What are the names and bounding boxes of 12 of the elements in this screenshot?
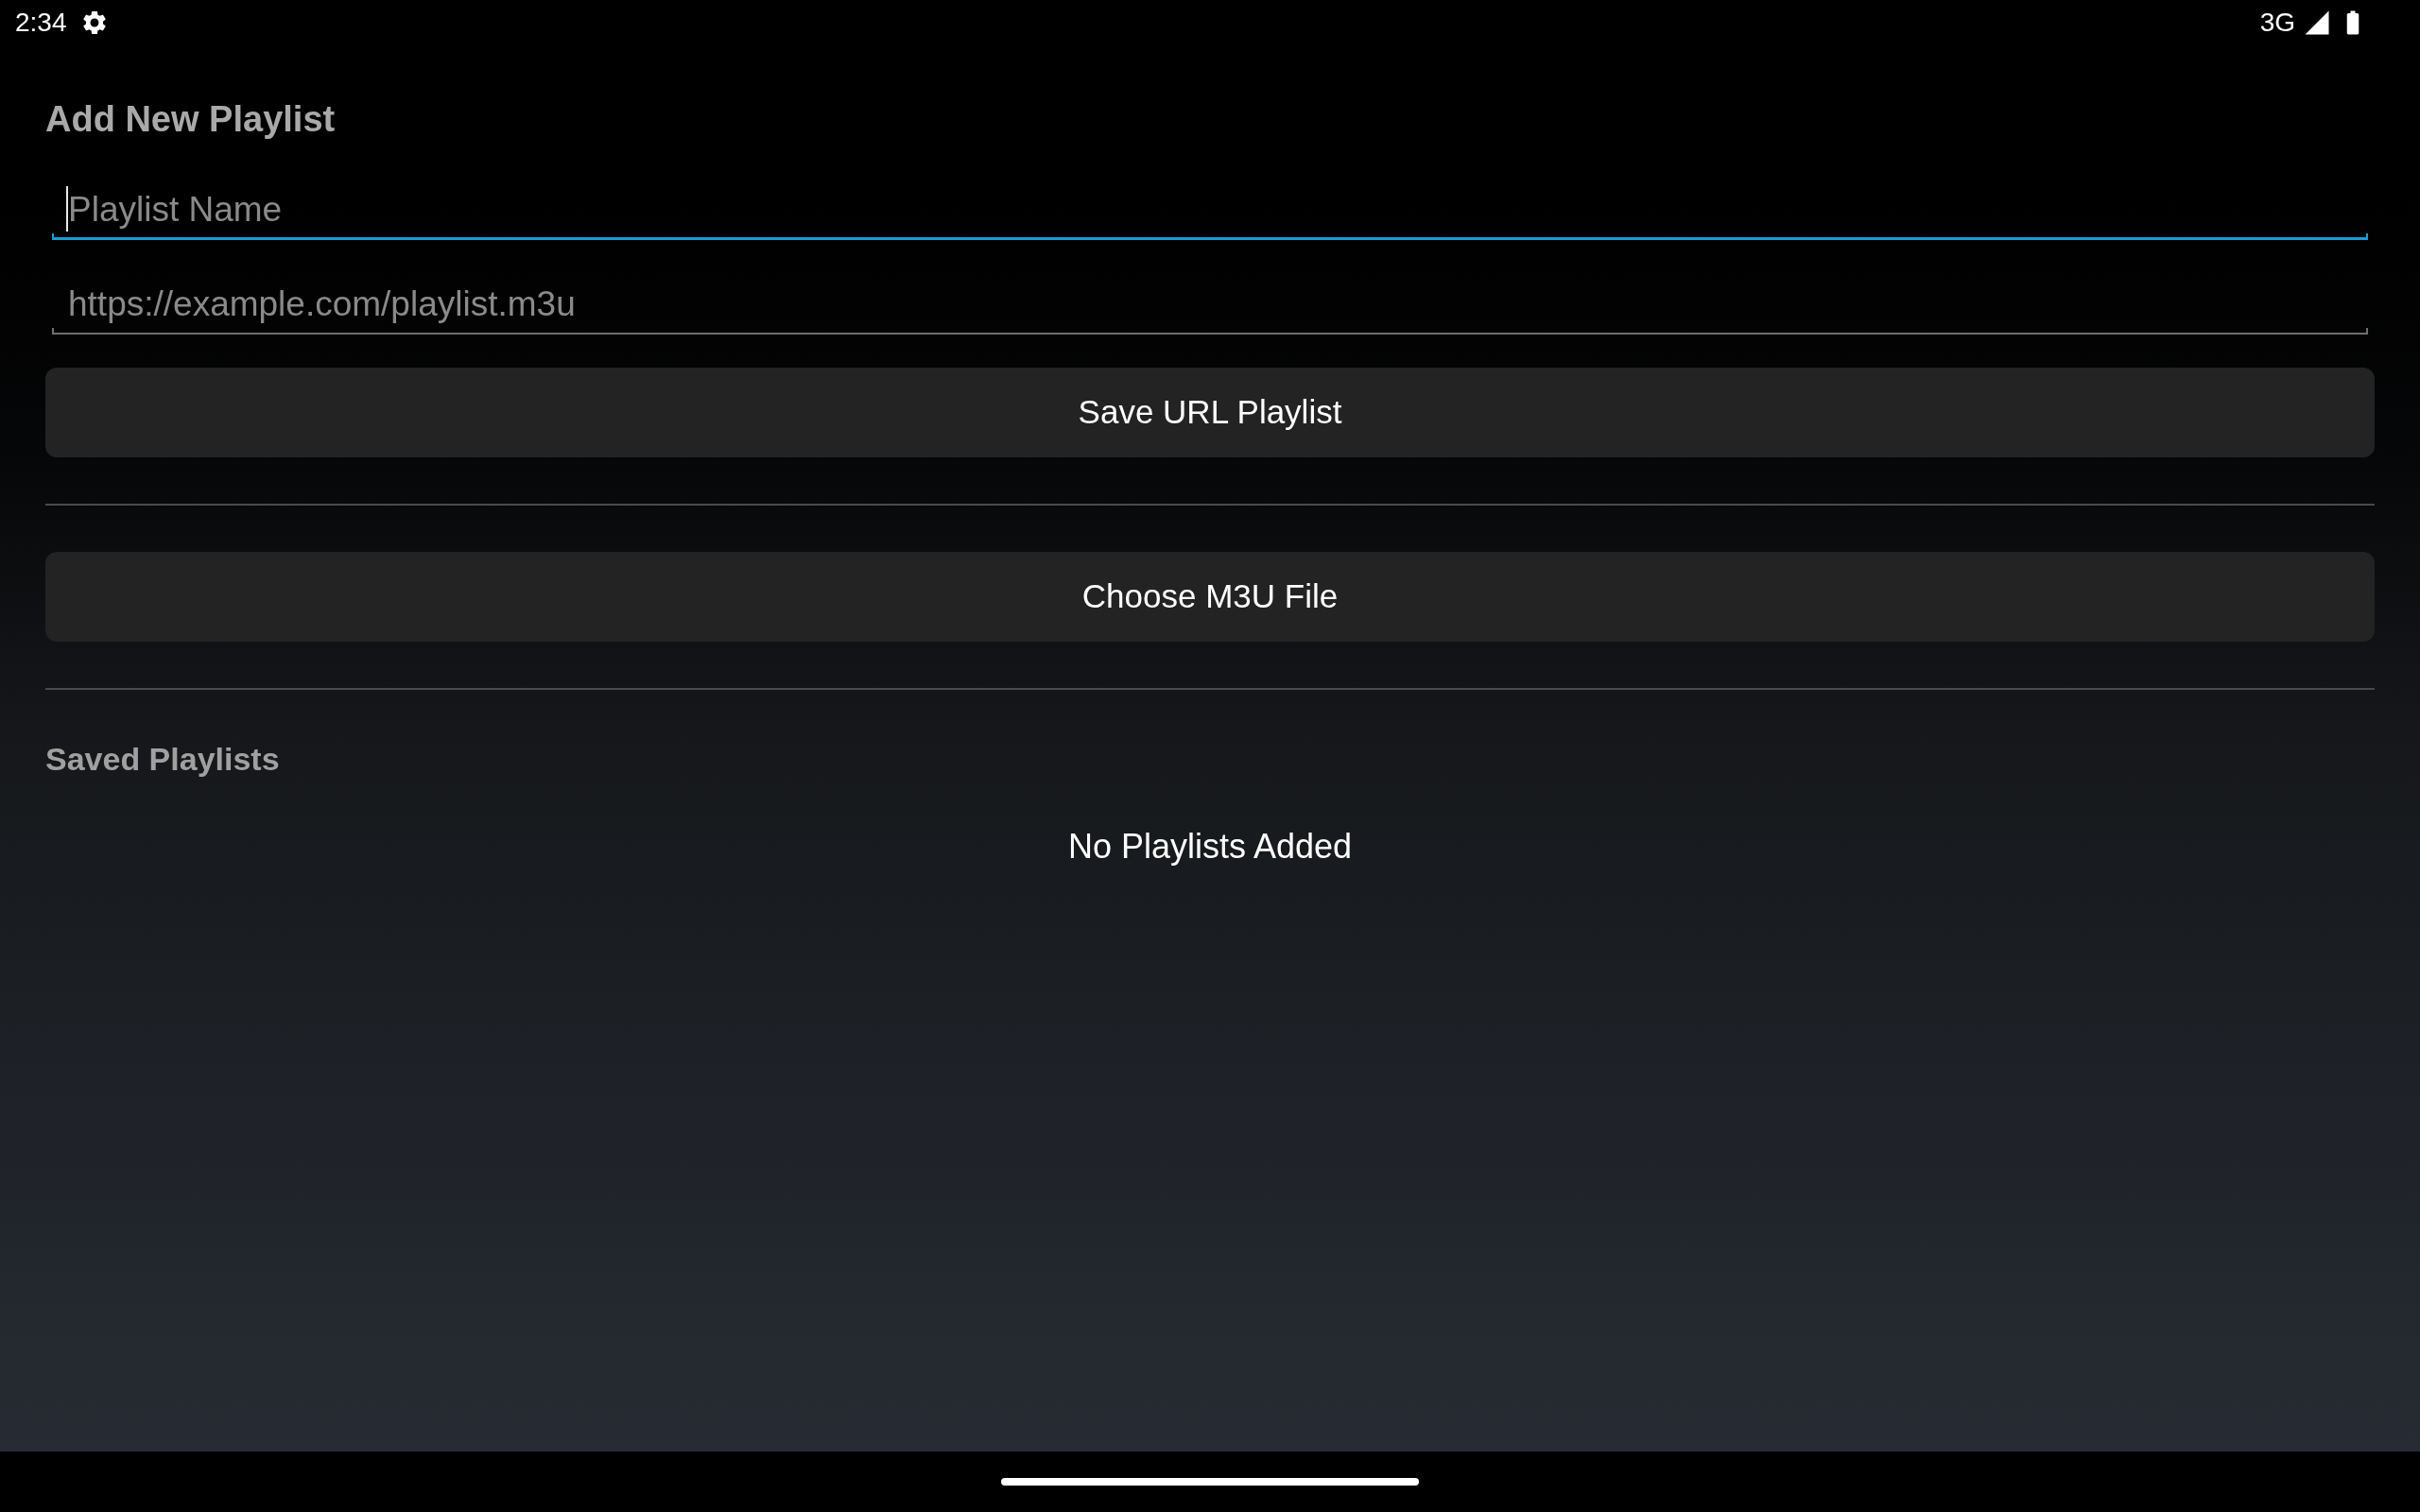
save-url-playlist-button[interactable]: Save URL Playlist [45,368,2375,457]
page-title: Add New Playlist [45,98,336,140]
signal-icon [2303,9,2331,37]
input-field[interactable]: Playlist Name [52,181,2368,240]
section-title: Saved Playlists [45,740,280,778]
choose-file-button[interactable]: Choose M3U File [45,552,2375,642]
empty-message: No Playlists Added [1067,826,1353,868]
input-field[interactable]: https://example.com/playlist.m3u [52,276,2368,335]
text-cursor-icon [66,186,68,232]
status-time: 2:34 [15,9,67,36]
network-type: 3G [2259,9,2295,36]
home-indicator-icon[interactable] [1001,1478,1419,1486]
